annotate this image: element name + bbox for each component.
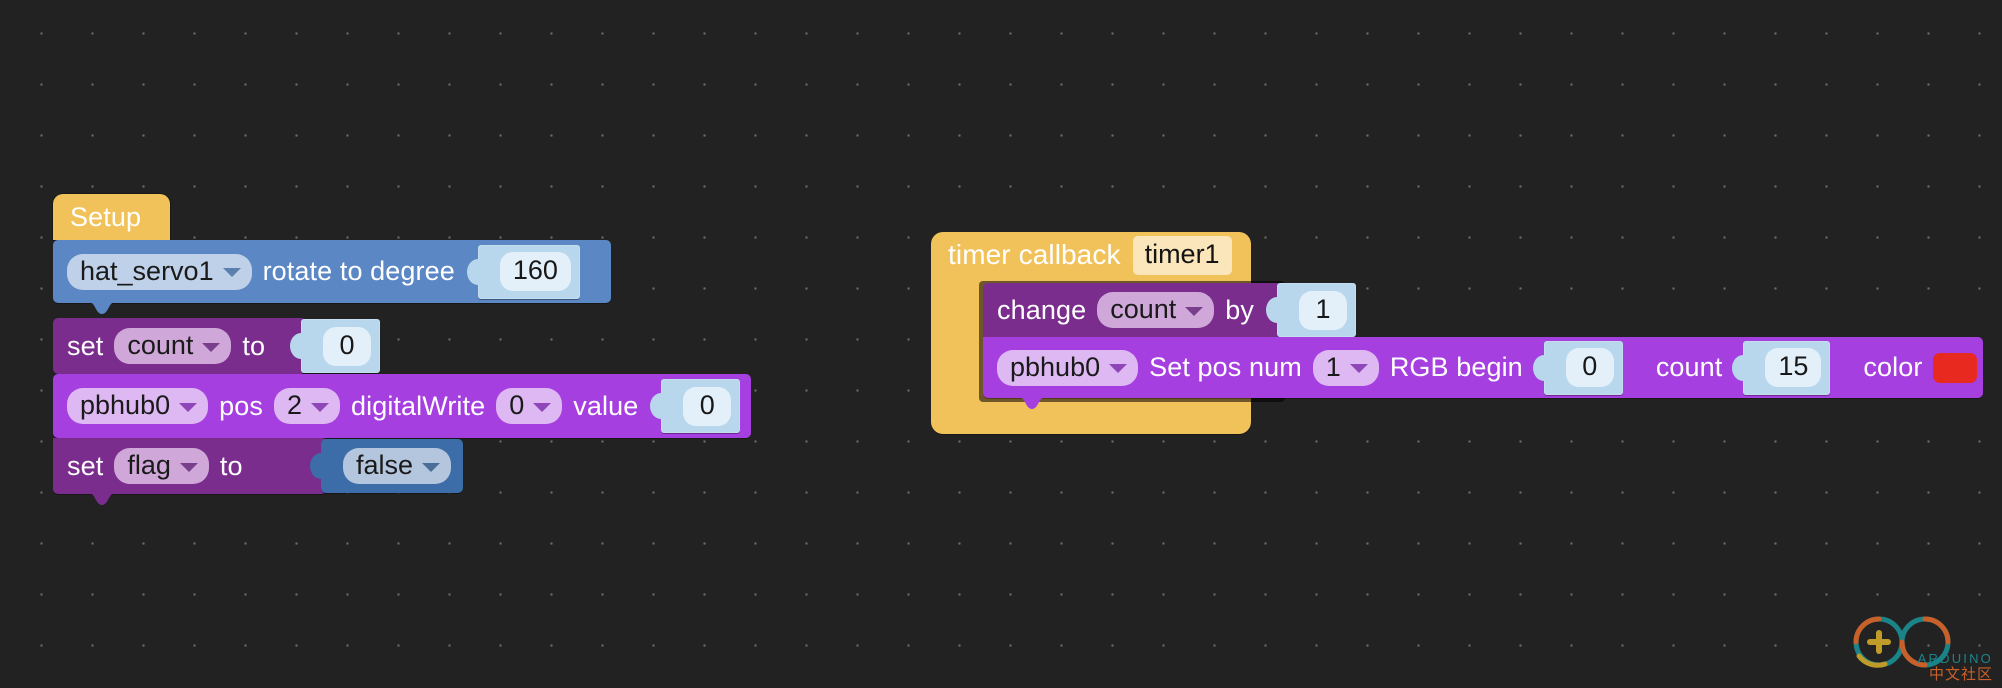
rgb-pos-value: 1 [1325,351,1341,382]
servo-block-bottom-notch-icon [79,302,125,314]
blockly-workspace[interactable]: Setup hat_servo1 rotate to degree 160 se… [0,0,2002,688]
pbhub-digitalwrite-block[interactable]: pbhub0 pos 2 digitalWrite 0 value 0 [53,374,751,438]
pbhub-channel-value: 0 [509,390,525,420]
change-count-by-label: by [1225,294,1254,325]
setup-hat-label: Setup [70,201,142,232]
rgb-begin-label: RGB begin [1389,352,1523,382]
pbhub-device-value: pbhub0 [80,390,171,420]
set-count-value-input[interactable]: 0 [323,326,371,366]
rgb-device-dropdown[interactable]: pbhub0 [997,349,1139,386]
set-count-to-label: to [242,330,266,361]
chevron-down-icon [202,342,221,352]
change-count-label: change [997,294,1087,325]
chevron-down-icon [310,402,329,412]
set-flag-boolean-dropdown[interactable]: false [343,448,452,484]
set-count-variable-dropdown[interactable]: count [114,328,232,364]
arduino-community-watermark: ARDUINO 中文社区 [1845,608,1995,683]
change-count-value-input[interactable]: 1 [1299,290,1347,330]
set-flag-variable-dropdown[interactable]: flag [114,448,209,484]
arduino-brand-text: ARDUINO [1918,651,1993,666]
set-flag-to-label: to [219,450,243,481]
pbhub-rgb-block[interactable]: pbhub0 Set pos num 1 RGB begin 0 count 1… [983,337,1983,398]
rgb-color-label: color [1863,352,1923,382]
servo-device-value: hat_servo1 [80,255,214,286]
timer-name-field[interactable]: timer1 [1132,235,1232,275]
rgb-count-value-block[interactable]: 15 [1743,340,1831,395]
pbhub-pos-value: 2 [286,390,302,420]
pbhub-value-input[interactable]: 0 [683,386,732,426]
timer-callback-label: timer callback [948,239,1121,270]
set-flag-bottom-notch-icon [79,493,125,505]
set-flag-boolean-value: false [356,450,414,480]
rgb-setpos-label: Set pos num [1149,352,1302,382]
chevron-down-icon [179,402,198,412]
chevron-down-icon [1349,364,1368,373]
chevron-down-icon [1109,364,1128,373]
set-flag-block[interactable]: set flag to false [53,438,464,494]
pbhub-device-dropdown[interactable]: pbhub0 [67,388,209,424]
set-count-set-label: set [67,330,104,361]
chevron-down-icon [533,402,552,412]
pbhub-pos-label: pos [219,390,263,421]
pbhub-pos-dropdown[interactable]: 2 [273,388,340,424]
set-flag-boolean-block[interactable]: false [321,439,464,493]
pbhub-value-value-block[interactable]: 0 [661,379,741,433]
rgb-begin-value-block[interactable]: 0 [1543,340,1623,395]
change-count-variable-dropdown[interactable]: count [1097,292,1215,328]
servo-rotate-label: rotate to degree [262,256,455,286]
set-flag-variable-value: flag [127,450,171,480]
set-count-value-block[interactable]: 0 [301,319,380,373]
rgb-color-swatch[interactable] [1933,352,1978,383]
pbhub-digitalwrite-label: digitalWrite [350,390,486,421]
chevron-down-icon [1185,306,1204,316]
rgb-begin-input[interactable]: 0 [1565,348,1614,387]
rgb-device-value: pbhub0 [1010,351,1101,382]
arduino-infinity-logo-icon: ARDUINO 中文社区 [1853,616,1993,683]
rgb-count-input[interactable]: 15 [1765,348,1822,387]
servo-device-dropdown[interactable]: hat_servo1 [67,253,252,290]
timer-callback-header[interactable]: timer callback timer1 [931,232,1232,278]
arduino-subtitle-text: 中文社区 [1929,665,1993,682]
pbhub-value-label: value [573,390,639,421]
servo-degree-value-block[interactable]: 160 [477,244,580,299]
chevron-down-icon [179,462,198,472]
change-count-block[interactable]: change count by 1 [983,283,1356,337]
rgb-pos-dropdown[interactable]: 1 [1312,349,1379,386]
setup-hat-block[interactable]: Setup [53,194,170,240]
change-count-value-block[interactable]: 1 [1277,283,1356,337]
rgb-count-label: count [1655,352,1723,382]
set-flag-set-label: set [67,450,104,481]
servo-degree-input[interactable]: 160 [499,252,571,291]
chevron-down-icon [222,268,241,277]
change-count-variable-value: count [1110,294,1177,324]
servo-rotate-block[interactable]: hat_servo1 rotate to degree 160 [53,240,611,303]
set-count-variable-value: count [127,330,194,360]
set-count-block[interactable]: set count to 0 [53,318,380,374]
chevron-down-icon [422,462,441,472]
rgb-bottom-notch-icon [1009,397,1055,409]
pbhub-channel-dropdown[interactable]: 0 [496,388,563,424]
